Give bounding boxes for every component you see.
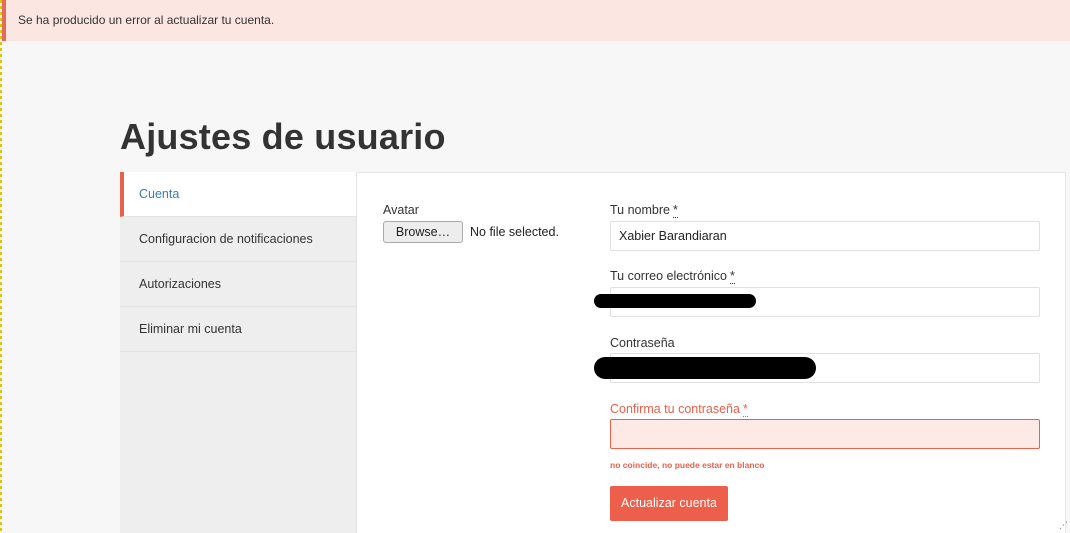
avatar-label: Avatar: [383, 203, 419, 217]
name-field[interactable]: [610, 221, 1040, 251]
confirm-password-label-text: Confirma tu contraseña: [610, 402, 740, 416]
confirm-password-label: Confirma tu contraseña *: [610, 402, 748, 417]
error-alert-message: Se ha producido un error al actualizar t…: [18, 13, 275, 27]
email-label-text: Tu correo electrónico: [610, 269, 727, 283]
redaction-mark: [594, 294, 756, 308]
redaction-mark: [594, 357, 816, 379]
sidebar-item-autorizaciones[interactable]: Autorizaciones: [120, 262, 356, 307]
avatar-label-text: Avatar: [383, 203, 419, 217]
sidebar-item-label: Cuenta: [139, 187, 180, 201]
avatar-file-status: No file selected.: [470, 225, 559, 239]
viewport-edge-marker: [0, 0, 2, 533]
required-mark: *: [672, 203, 678, 218]
required-mark: *: [729, 269, 735, 284]
name-label-text: Tu nombre: [610, 203, 670, 217]
sidebar-item-cuenta[interactable]: Cuenta: [120, 172, 356, 217]
name-label: Tu nombre *: [610, 203, 678, 218]
avatar-browse-button[interactable]: Browse…: [383, 221, 463, 243]
password-label-text: Contraseña: [610, 336, 675, 350]
update-account-button[interactable]: Actualizar cuenta: [610, 486, 728, 521]
sidebar-item-notificaciones[interactable]: Configuracion de notificaciones: [120, 217, 356, 262]
sidebar-item-label: Eliminar mi cuenta: [139, 322, 242, 336]
sidebar-item-label: Autorizaciones: [139, 277, 221, 291]
email-label: Tu correo electrónico *: [610, 269, 735, 284]
confirm-password-error: no coincide, no puede estar en blanco: [610, 460, 765, 470]
error-alert: Se ha producido un error al actualizar t…: [2, 0, 1070, 41]
password-label: Contraseña: [610, 336, 675, 350]
confirm-password-field[interactable]: [610, 419, 1040, 449]
settings-sidebar: Cuenta Configuracion de notificaciones A…: [120, 172, 357, 533]
sidebar-item-eliminar-cuenta[interactable]: Eliminar mi cuenta: [120, 307, 356, 352]
resize-handle-icon: ⋰: [1059, 520, 1068, 530]
required-mark: *: [742, 402, 748, 417]
page-title: Ajustes de usuario: [120, 116, 446, 157]
sidebar-item-label: Configuracion de notificaciones: [139, 232, 313, 246]
